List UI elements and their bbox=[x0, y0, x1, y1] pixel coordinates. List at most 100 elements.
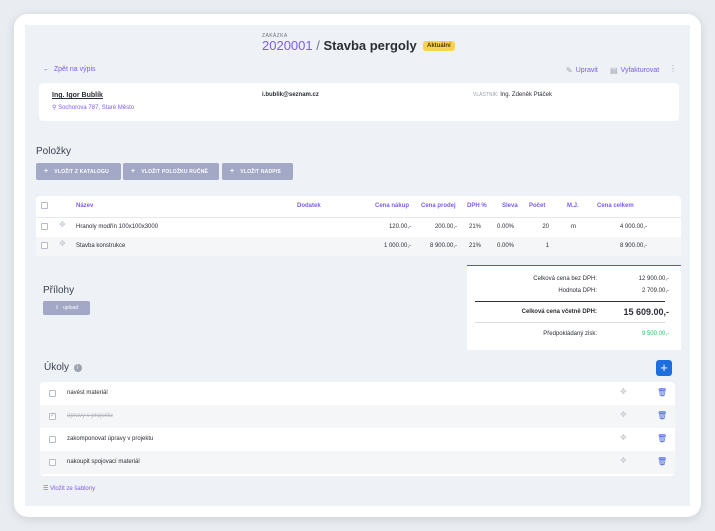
plus-icon: + bbox=[660, 360, 668, 375]
app-content: ZAKÁZKA 2020001 / Stavba pergoly Aktuáln… bbox=[25, 25, 690, 506]
insert-manual-item-button[interactable]: + VLOŽIT POLOŽKU RUČNĚ bbox=[123, 163, 219, 180]
task-text[interactable]: úpravy v projektu bbox=[67, 413, 113, 419]
task-item[interactable]: ✓ úpravy v projektu ✥ 🗑 bbox=[40, 405, 675, 428]
task-item[interactable]: zakomponovat úpravy v projektu ✥ 🗑 bbox=[40, 428, 675, 451]
order-number: 2020001 bbox=[262, 38, 313, 53]
insert-from-catalog-label: VLOŽIT Z KATALOGU bbox=[54, 168, 109, 175]
totals-divider bbox=[475, 322, 665, 323]
upload-label: upload bbox=[63, 305, 79, 311]
task-item[interactable]: nakoupit spojovací materiál ✥ 🗑 bbox=[40, 451, 675, 474]
col-discount[interactable]: Sleva bbox=[502, 203, 518, 209]
task-checkbox[interactable]: ✓ bbox=[49, 413, 56, 420]
task-checkbox[interactable] bbox=[49, 459, 56, 466]
total-without-vat-label: Celková cena bez DPH: bbox=[533, 276, 597, 282]
drag-handle-icon[interactable]: ✥ bbox=[620, 456, 627, 465]
cell-unit: m bbox=[571, 224, 576, 230]
table-row[interactable]: ✥ Stavba konstrukce 1 000.00,- 8 900.00,… bbox=[36, 237, 681, 256]
invoice-button[interactable]: ▤ Vyfakturovat bbox=[610, 66, 659, 75]
more-options-icon[interactable]: ⋮ bbox=[669, 64, 677, 73]
insert-from-catalog-button[interactable]: + VLOŽIT Z KATALOGU bbox=[36, 163, 121, 180]
customer-name[interactable]: Ing. Igor Bublík bbox=[52, 92, 103, 99]
col-sell-price[interactable]: Cena prodej bbox=[421, 203, 456, 209]
task-checkbox[interactable] bbox=[49, 390, 56, 397]
col-extra[interactable]: Dodatek bbox=[297, 203, 321, 209]
cell-vat: 21% bbox=[469, 243, 482, 249]
edit-button[interactable]: ✎ Upravit bbox=[566, 66, 598, 75]
cell-buy: 1 000.00,- bbox=[383, 243, 411, 249]
cell-sell: 8 900.00,- bbox=[429, 243, 457, 249]
title-separator: / bbox=[316, 38, 320, 53]
owner-info: VLASTNÍK: Ing. Zdeněk Ptáček bbox=[473, 92, 552, 98]
insert-heading-label: VLOŽIT NADPIS bbox=[240, 168, 281, 175]
total-without-vat-value: 12 900.00,- bbox=[638, 276, 669, 282]
trash-icon[interactable]: 🗑 bbox=[657, 388, 667, 397]
document-icon: ▤ bbox=[610, 66, 618, 75]
col-unit[interactable]: M.J. bbox=[567, 203, 579, 209]
total-with-vat-label: Celková cena včetně DPH: bbox=[521, 309, 597, 315]
trash-icon[interactable]: 🗑 bbox=[657, 434, 667, 443]
cell-buy: 120.00,- bbox=[388, 224, 411, 230]
total-with-vat-value: 15 609.00,- bbox=[623, 307, 669, 317]
drag-handle-icon[interactable]: ✥ bbox=[59, 239, 66, 248]
customer-address[interactable]: ⚲ Sochorova 787, Staré Město bbox=[52, 104, 134, 111]
cell-discount: 0.00% bbox=[497, 243, 515, 249]
order-title: Stavba pergoly bbox=[323, 38, 417, 53]
task-text[interactable]: zakomponovat úpravy v projektu bbox=[67, 436, 153, 442]
upload-icon: ⇪ bbox=[54, 305, 60, 311]
task-text[interactable]: nakoupit spojovací materiál bbox=[67, 459, 140, 465]
cell-vat: 21% bbox=[469, 224, 482, 230]
trash-icon[interactable]: 🗑 bbox=[657, 411, 667, 420]
list-icon: ☰ bbox=[43, 486, 49, 492]
drag-handle-icon[interactable]: ✥ bbox=[620, 410, 627, 419]
customer-email: i.bublik@seznam.cz bbox=[262, 92, 319, 98]
insert-heading-button[interactable]: + VLOŽIT NADPIS bbox=[222, 163, 293, 180]
task-text[interactable]: navést materiál bbox=[67, 390, 108, 396]
customer-address-text: Sochorova 787, Staré Město bbox=[58, 105, 135, 111]
task-item[interactable]: navést materiál ✥ 🗑 bbox=[40, 382, 675, 405]
attachments-heading: Přílohy bbox=[43, 285, 75, 296]
items-heading: Položky bbox=[36, 146, 72, 157]
owner-label: VLASTNÍK: bbox=[473, 92, 499, 98]
col-vat[interactable]: DPH % bbox=[467, 203, 487, 209]
row-checkbox[interactable] bbox=[41, 242, 48, 249]
task-list: navést materiál ✥ 🗑 ✓ úpravy v projektu … bbox=[40, 382, 675, 476]
col-total[interactable]: Cena celkem bbox=[597, 203, 634, 209]
insert-from-template-link[interactable]: ☰ Vložit ze šablony bbox=[43, 485, 95, 492]
vat-amount-label: Hodnota DPH: bbox=[558, 288, 597, 294]
info-icon[interactable]: i bbox=[73, 364, 82, 372]
cell-name[interactable]: Stavba konstrukce bbox=[76, 243, 125, 249]
invoice-label: Vyfakturovat bbox=[620, 67, 660, 74]
page-title: 2020001 / Stavba pergoly bbox=[262, 38, 417, 53]
cell-name[interactable]: Hranoly modřín 100x100x3000 bbox=[76, 224, 158, 230]
edit-label: Upravit bbox=[575, 67, 598, 74]
drag-handle-icon[interactable]: ✥ bbox=[620, 387, 627, 396]
col-buy-price[interactable]: Cena nákup bbox=[375, 203, 409, 209]
insert-manual-item-label: VLOŽIT POLOŽKU RUČNĚ bbox=[141, 168, 209, 175]
expected-profit-label: Předpokládaný zisk: bbox=[543, 331, 597, 337]
customer-card: Ing. Igor Bublík ⚲ Sochorova 787, Staré … bbox=[39, 83, 679, 121]
tasks-heading-text: Úkoly bbox=[44, 362, 70, 373]
tasks-heading: Úkoly i bbox=[44, 362, 82, 373]
plus-icon: + bbox=[44, 168, 49, 175]
cell-qty: 20 bbox=[542, 224, 549, 230]
map-pin-icon: ⚲ bbox=[52, 105, 57, 111]
items-table: Název Dodatek Cena nákup Cena prodej DPH… bbox=[36, 196, 681, 256]
col-name[interactable]: Název bbox=[76, 203, 93, 209]
drag-handle-icon[interactable]: ✥ bbox=[59, 220, 66, 229]
back-link[interactable]: ← Zpět na výpis bbox=[43, 66, 96, 73]
task-checkbox[interactable] bbox=[49, 436, 56, 443]
select-all-checkbox[interactable] bbox=[41, 202, 48, 209]
row-checkbox[interactable] bbox=[41, 223, 48, 230]
drag-handle-icon[interactable]: ✥ bbox=[620, 433, 627, 442]
pencil-icon: ✎ bbox=[566, 66, 573, 75]
owner-name: Ing. Zdeněk Ptáček bbox=[500, 92, 552, 98]
insert-from-template-label: Vložit ze šablony bbox=[50, 486, 96, 492]
cell-qty: 1 bbox=[545, 243, 549, 249]
status-badge: Aktuální bbox=[423, 41, 455, 51]
col-quantity[interactable]: Počet bbox=[529, 203, 545, 209]
totals-divider bbox=[475, 301, 665, 302]
trash-icon[interactable]: 🗑 bbox=[657, 457, 667, 466]
upload-button[interactable]: ⇪ upload bbox=[43, 301, 90, 315]
expected-profit-value: 9 500.00,- bbox=[641, 331, 669, 337]
add-task-button[interactable]: + bbox=[656, 360, 672, 376]
